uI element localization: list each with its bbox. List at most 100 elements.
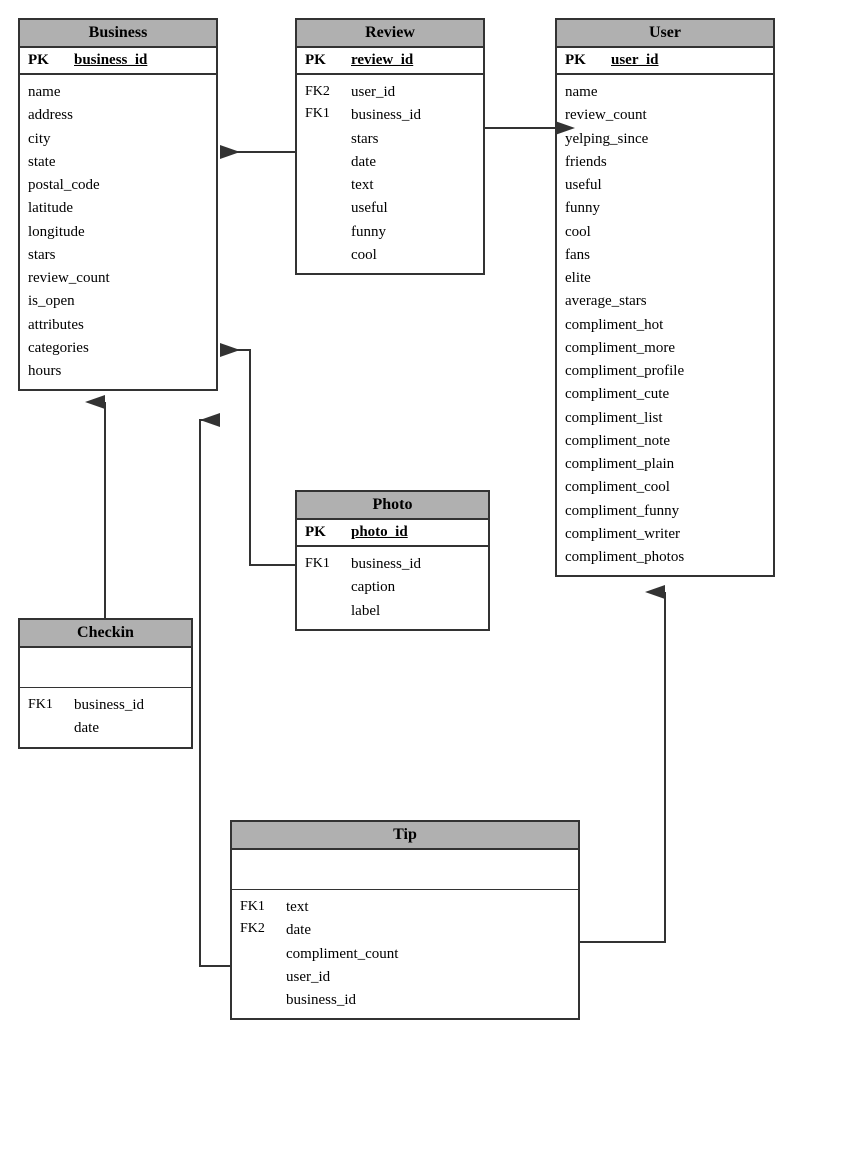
field: business_id xyxy=(351,553,421,576)
field: compliment_more xyxy=(565,337,765,360)
user-pk-label: PK xyxy=(565,52,595,69)
field: compliment_note xyxy=(565,430,765,453)
fk-label: FK1 xyxy=(28,694,66,716)
photo-fk-labels: FK1 xyxy=(305,553,343,623)
field: name xyxy=(28,81,208,104)
erd-diagram: Business PK business_id name address cit… xyxy=(0,0,850,1167)
field: compliment_cool xyxy=(565,476,765,499)
field: city xyxy=(28,128,208,151)
field: state xyxy=(28,151,208,174)
photo-pk-row: PK photo_id xyxy=(297,520,488,547)
field: business_id xyxy=(286,989,398,1012)
field: latitude xyxy=(28,197,208,220)
field: hours xyxy=(28,360,208,383)
tip-empty-top xyxy=(232,850,578,890)
field: name xyxy=(565,81,765,104)
photo-pk-label: PK xyxy=(305,524,335,541)
field: review_count xyxy=(28,267,208,290)
field: compliment_photos xyxy=(565,546,765,569)
fk-label: FK1 xyxy=(240,896,278,918)
field: date xyxy=(286,919,398,942)
photo-pk-field: photo_id xyxy=(351,524,408,541)
user-pk-row: PK user_id xyxy=(557,48,773,75)
field: funny xyxy=(565,197,765,220)
field: fans xyxy=(565,244,765,267)
field: compliment_hot xyxy=(565,314,765,337)
review-pk-row: PK review_id xyxy=(297,48,483,75)
field: compliment_profile xyxy=(565,360,765,383)
photo-to-business-arrow xyxy=(220,350,295,565)
field: caption xyxy=(351,576,421,599)
field: address xyxy=(28,104,208,127)
checkin-fk-section: FK1 business_id date xyxy=(20,688,191,747)
field: stars xyxy=(351,128,421,151)
field: label xyxy=(351,600,421,623)
checkin-title: Checkin xyxy=(20,620,191,648)
field: business_id xyxy=(74,694,144,717)
field: cool xyxy=(351,244,421,267)
field: elite xyxy=(565,267,765,290)
field: funny xyxy=(351,221,421,244)
field: user_id xyxy=(351,81,421,104)
fk-label: FK2 xyxy=(305,81,343,103)
business-title: Business xyxy=(20,20,216,48)
field: business_id xyxy=(351,104,421,127)
field: stars xyxy=(28,244,208,267)
field: cool xyxy=(565,221,765,244)
field: yelping_since xyxy=(565,128,765,151)
photo-title: Photo xyxy=(297,492,488,520)
business-entity: Business PK business_id name address cit… xyxy=(18,18,218,391)
field: is_open xyxy=(28,290,208,313)
checkin-entity: Checkin FK1 business_id date xyxy=(18,618,193,749)
user-fields: name review_count yelping_since friends … xyxy=(557,75,773,575)
business-pk-field: business_id xyxy=(74,52,147,69)
tip-fk-section: FK1 FK2 text date compliment_count user_… xyxy=(232,890,578,1018)
photo-entity: Photo PK photo_id FK1 business_id captio… xyxy=(295,490,490,631)
review-fk-fields: user_id business_id stars date text usef… xyxy=(351,81,421,267)
field: text xyxy=(351,174,421,197)
field: compliment_funny xyxy=(565,500,765,523)
field: compliment_plain xyxy=(565,453,765,476)
fk-label: FK1 xyxy=(305,553,343,575)
field: compliment_count xyxy=(286,943,398,966)
field: useful xyxy=(351,197,421,220)
field: attributes xyxy=(28,314,208,337)
field: average_stars xyxy=(565,290,765,313)
fk-label: FK1 xyxy=(305,103,343,125)
review-entity: Review PK review_id FK2 FK1 user_id busi… xyxy=(295,18,485,275)
tip-fk-fields: text date compliment_count user_id busin… xyxy=(286,896,398,1012)
business-fields: name address city state postal_code lati… xyxy=(20,75,216,389)
field: date xyxy=(351,151,421,174)
tip-to-business-arrow xyxy=(200,420,230,966)
review-pk-field: review_id xyxy=(351,52,413,69)
checkin-fk-labels: FK1 xyxy=(28,694,66,741)
business-pk-label: PK xyxy=(28,52,58,69)
field: review_count xyxy=(565,104,765,127)
user-pk-field: user_id xyxy=(611,52,659,69)
field: date xyxy=(74,717,144,740)
field: useful xyxy=(565,174,765,197)
review-pk-label: PK xyxy=(305,52,335,69)
business-pk-row: PK business_id xyxy=(20,48,216,75)
tip-entity: Tip FK1 FK2 text date compliment_count u… xyxy=(230,820,580,1020)
field: compliment_writer xyxy=(565,523,765,546)
field: text xyxy=(286,896,398,919)
field: user_id xyxy=(286,966,398,989)
review-fk-labels: FK2 FK1 xyxy=(305,81,343,267)
tip-title: Tip xyxy=(232,822,578,850)
field: categories xyxy=(28,337,208,360)
photo-fk-section: FK1 business_id caption label xyxy=(297,547,488,629)
field: postal_code xyxy=(28,174,208,197)
tip-fk-labels: FK1 FK2 xyxy=(240,896,278,1012)
user-entity: User PK user_id name review_count yelpin… xyxy=(555,18,775,577)
user-title: User xyxy=(557,20,773,48)
fk-label: FK2 xyxy=(240,918,278,940)
tip-to-user-arrow xyxy=(580,592,665,942)
field: longitude xyxy=(28,221,208,244)
checkin-empty-top xyxy=(20,648,191,688)
photo-fk-fields: business_id caption label xyxy=(351,553,421,623)
review-title: Review xyxy=(297,20,483,48)
field: compliment_list xyxy=(565,407,765,430)
field: friends xyxy=(565,151,765,174)
field: compliment_cute xyxy=(565,383,765,406)
